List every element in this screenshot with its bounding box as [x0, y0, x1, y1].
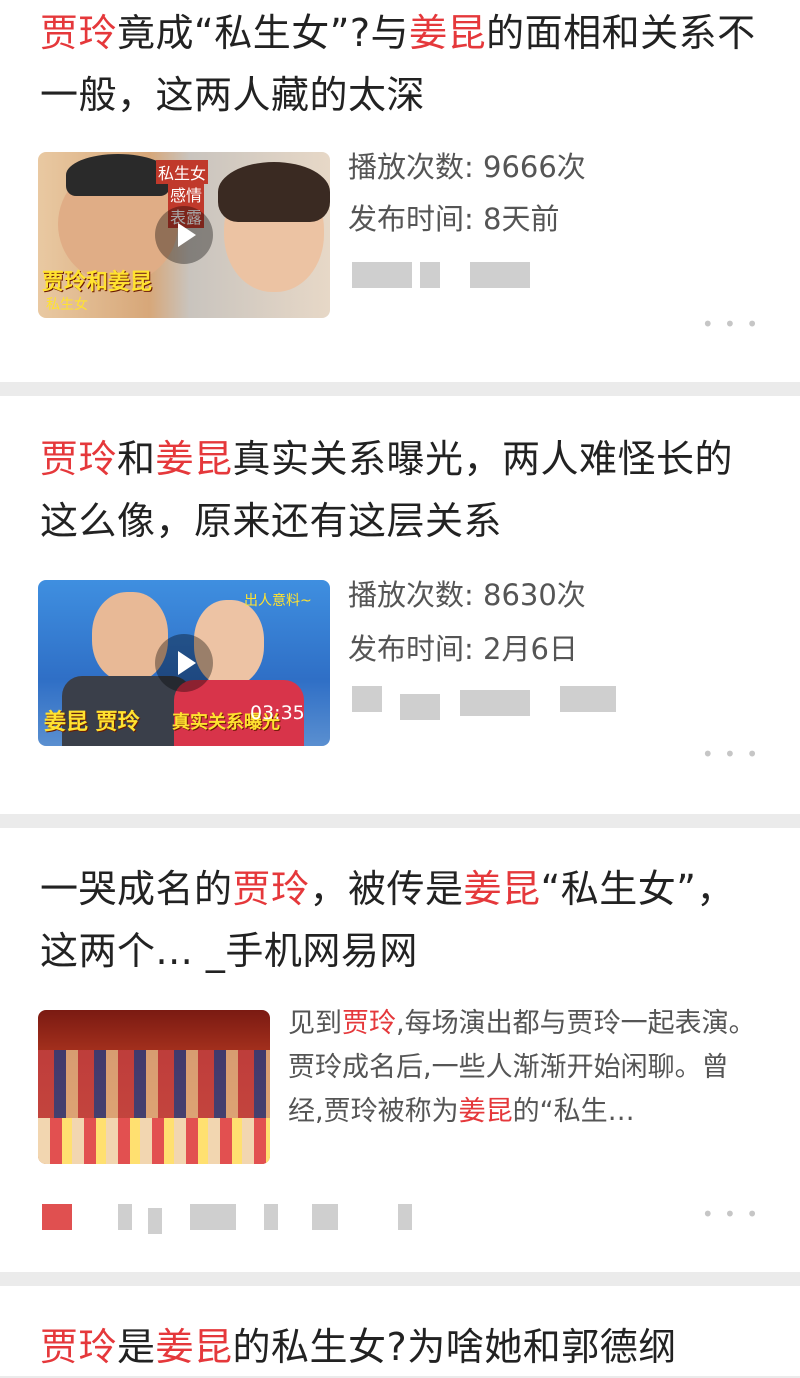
play-icon[interactable] — [155, 634, 213, 692]
keyword-highlight: 贾玲 — [40, 437, 118, 481]
result-title[interactable]: 贾玲和姜昆真实关系曝光，两人难怪长的这么像，原来还有这层关系 — [40, 428, 760, 552]
keyword-highlight: 姜昆 — [463, 867, 541, 911]
video-thumbnail[interactable]: 私生女 感情 表露 贾玲和姜昆 私生女 — [38, 152, 330, 318]
thumb-caption: 贾玲和姜昆 — [42, 270, 153, 295]
title-text: 是 — [117, 1325, 156, 1369]
thumb-overlay-mid: 感情 — [168, 182, 205, 206]
result-card-3[interactable]: 一哭成名的贾玲，被传是姜昆“私生女”，这两个... _手机网易网 见到贾玲,每场… — [0, 828, 800, 1272]
video-thumbnail[interactable]: 出人意料~ 姜昆 贾玲 真实关系曝光 03:35 — [38, 580, 330, 746]
result-snippet: 见到贾玲,每场演出都与贾玲一起表演。贾玲成名后,一些人渐渐开始闲聊。曾经,贾玲被… — [288, 1002, 760, 1134]
title-text: 见到 — [288, 1008, 342, 1039]
keyword-highlight: 贾玲 — [342, 1008, 396, 1039]
person-left-hair — [66, 154, 170, 196]
title-text: 的私生女?为啥她和郭德纲 — [232, 1325, 677, 1369]
keyword-highlight: 姜昆 — [155, 437, 233, 481]
publish-time: 发布时间: 2月6日 — [348, 632, 578, 666]
title-text: 和 — [117, 437, 156, 481]
thumb-corner: 出人意料~ — [244, 593, 312, 609]
keyword-highlight: 贾玲 — [40, 1325, 118, 1369]
more-dots-icon[interactable]: • • • — [702, 742, 760, 766]
more-dots-icon[interactable]: • • • — [702, 312, 760, 336]
result-card-4[interactable]: 贾玲是姜昆的私生女?为啥她和郭德纲 — [0, 1286, 800, 1376]
result-title[interactable]: 贾玲是姜昆的私生女?为啥她和郭德纲 — [40, 1316, 760, 1378]
more-dots-icon[interactable]: • • • — [702, 1202, 760, 1226]
keyword-highlight: 贾玲 — [40, 11, 118, 55]
title-text: ，被传是 — [309, 867, 464, 911]
result-title[interactable]: 一哭成名的贾玲，被传是姜昆“私生女”，这两个... _手机网易网 — [40, 858, 760, 982]
keyword-highlight: 姜昆 — [155, 1325, 233, 1369]
title-text: 一哭成名的 — [40, 867, 233, 911]
video-duration: 03:35 — [250, 702, 305, 724]
result-card-1[interactable]: 贾玲竟成“私生女”?与姜昆的面相和关系不一般，这两人藏的太深 私生女 感情 表露… — [0, 0, 800, 382]
keyword-highlight: 姜昆 — [458, 1096, 513, 1127]
result-title[interactable]: 贾玲竟成“私生女”?与姜昆的面相和关系不一般，这两人藏的太深 — [40, 2, 760, 126]
thumb-caption: 姜昆 贾玲 — [44, 710, 140, 735]
keyword-highlight: 姜昆 — [409, 11, 487, 55]
result-card-2[interactable]: 贾玲和姜昆真实关系曝光，两人难怪长的这么像，原来还有这层关系 出人意料~ 姜昆 … — [0, 396, 800, 814]
play-icon[interactable] — [155, 206, 213, 264]
keyword-highlight: 贾玲 — [232, 867, 310, 911]
view-count: 播放次数: 8630次 — [348, 578, 586, 612]
stage-front — [38, 1118, 270, 1164]
thumb-sub: 私生女 — [46, 297, 88, 313]
view-count: 播放次数: 9666次 — [348, 150, 586, 184]
title-text: 的“私生… — [512, 1096, 635, 1127]
title-text: 竟成“私生女”?与 — [117, 11, 410, 55]
stage-crowd — [38, 1050, 270, 1120]
thumb-overlay-top: 私生女 — [156, 160, 209, 184]
publish-time: 发布时间: 8天前 — [348, 202, 560, 236]
article-thumbnail[interactable] — [38, 1010, 270, 1164]
person-right-hair — [218, 162, 330, 222]
